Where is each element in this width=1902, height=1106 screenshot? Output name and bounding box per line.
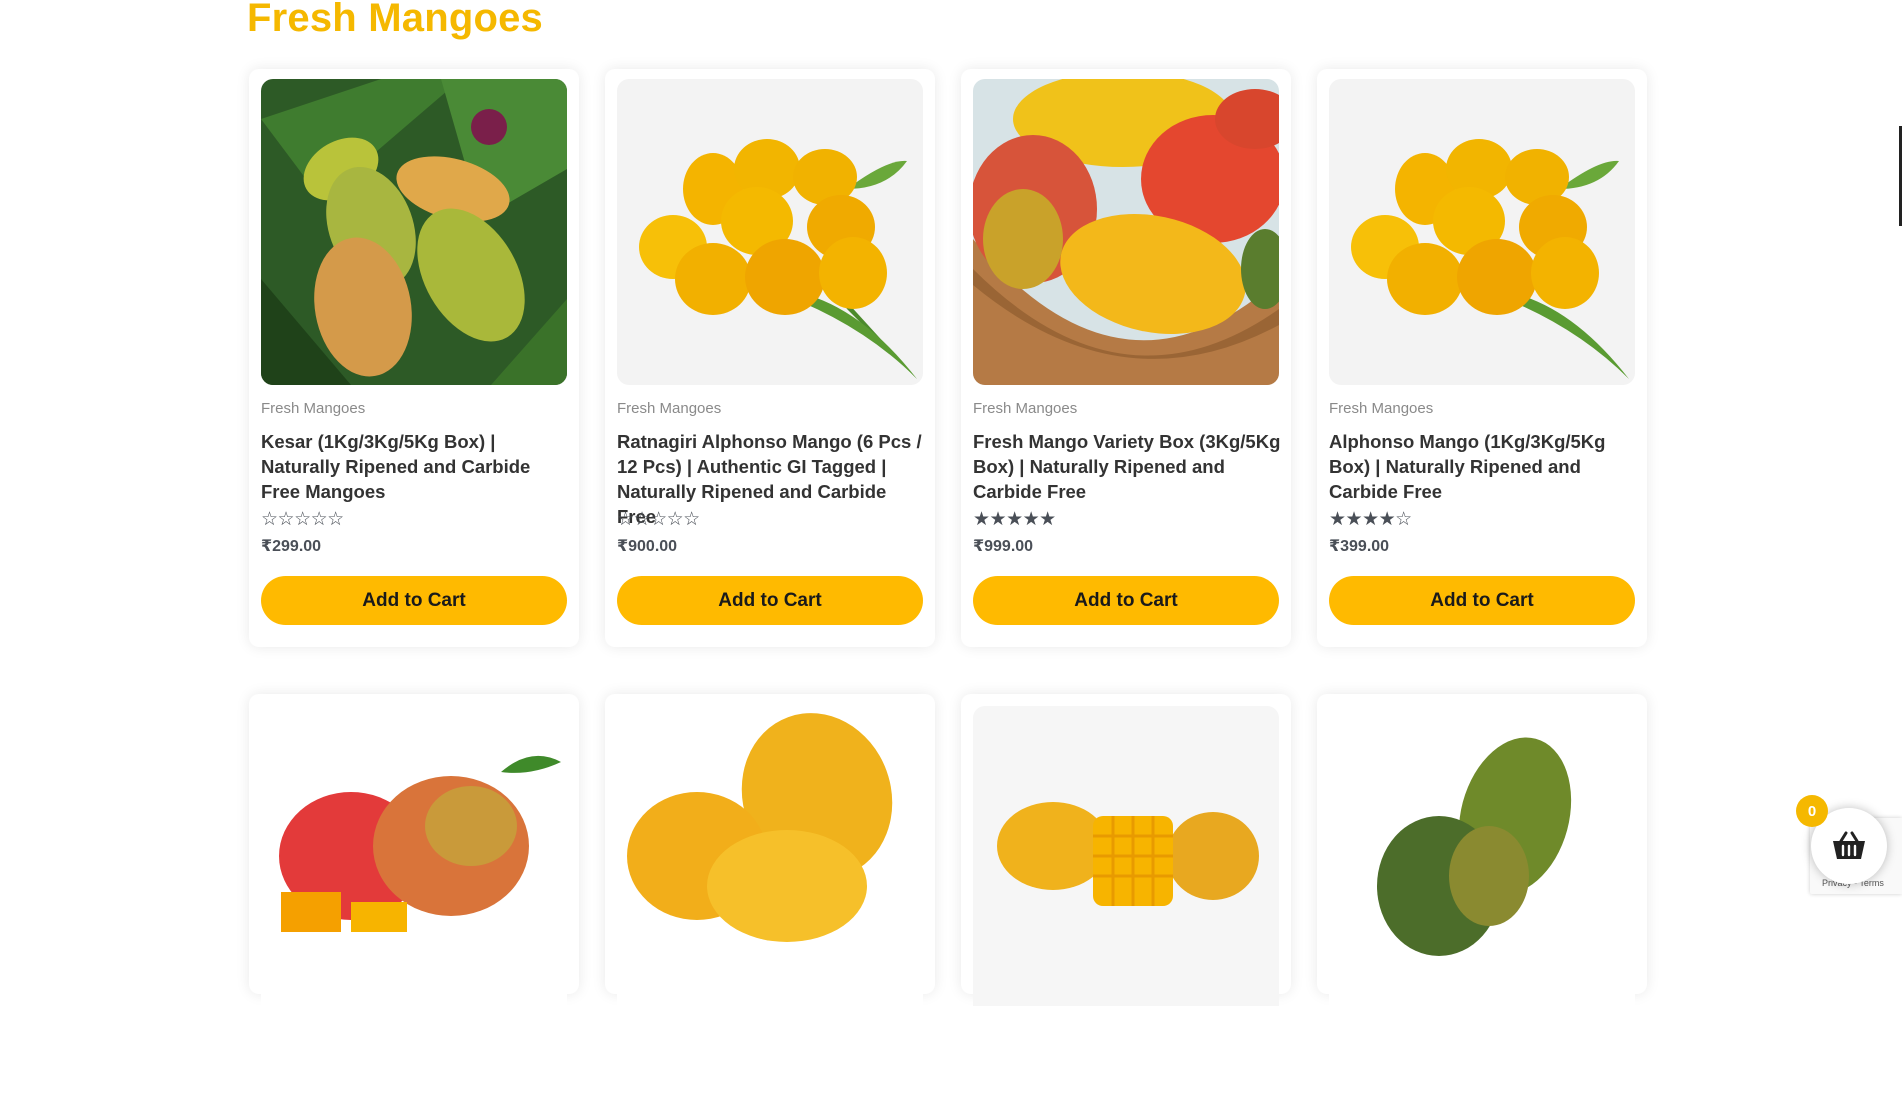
rating-stars: ★★★★★ [973,509,1056,530]
product-image[interactable] [261,706,567,1106]
product-image[interactable] [1329,79,1635,385]
product-image[interactable] [617,706,923,1106]
product-card: Fresh Mangoes Fresh Mango Variety Box (3… [961,69,1291,647]
product-price: ₹900.00 [617,538,678,555]
product-title[interactable]: Alphonso Mango (1Kg/3Kg/5Kg Box) | Natur… [1329,429,1639,504]
basket-icon [1833,831,1865,859]
product-title[interactable]: Fresh Mango Variety Box (3Kg/5Kg Box) | … [973,429,1283,504]
cart-count-badge: 0 [1796,795,1828,827]
product-card [605,694,935,1006]
section-title: Fresh Mangoes [247,0,543,40]
product-price: ₹299.00 [261,538,322,555]
product-card [1317,694,1647,1006]
product-image[interactable] [617,79,923,385]
product-price: ₹399.00 [1329,538,1390,555]
product-image[interactable] [973,79,1279,385]
product-image[interactable] [973,706,1279,1106]
product-price: ₹999.00 [973,538,1034,555]
add-to-cart-button[interactable]: Add to Cart [261,576,567,625]
product-card [961,694,1291,1006]
product-card: Fresh Mangoes Alphonso Mango (1Kg/3Kg/5K… [1317,69,1647,647]
product-card [249,694,579,1006]
product-title[interactable]: Kesar (1Kg/3Kg/5Kg Box) | Naturally Ripe… [261,429,571,504]
add-to-cart-button[interactable]: Add to Cart [1329,576,1635,625]
rating-stars: ★★★★☆ [1329,509,1412,530]
product-category[interactable]: Fresh Mangoes [261,400,365,417]
product-image[interactable] [1329,706,1635,1106]
add-to-cart-button[interactable]: Add to Cart [617,576,923,625]
product-card: Fresh Mangoes Ratnagiri Alphonso Mango (… [605,69,935,647]
product-card: Fresh Mangoes Kesar (1Kg/3Kg/5Kg Box) | … [249,69,579,647]
rating-stars: ☆☆☆☆☆ [261,509,344,530]
add-to-cart-button[interactable]: Add to Cart [973,576,1279,625]
product-category[interactable]: Fresh Mangoes [1329,400,1433,417]
product-category[interactable]: Fresh Mangoes [973,400,1077,417]
rating-stars: ☆☆☆☆☆ [617,509,700,530]
product-image[interactable] [261,79,567,385]
product-category[interactable]: Fresh Mangoes [617,400,721,417]
